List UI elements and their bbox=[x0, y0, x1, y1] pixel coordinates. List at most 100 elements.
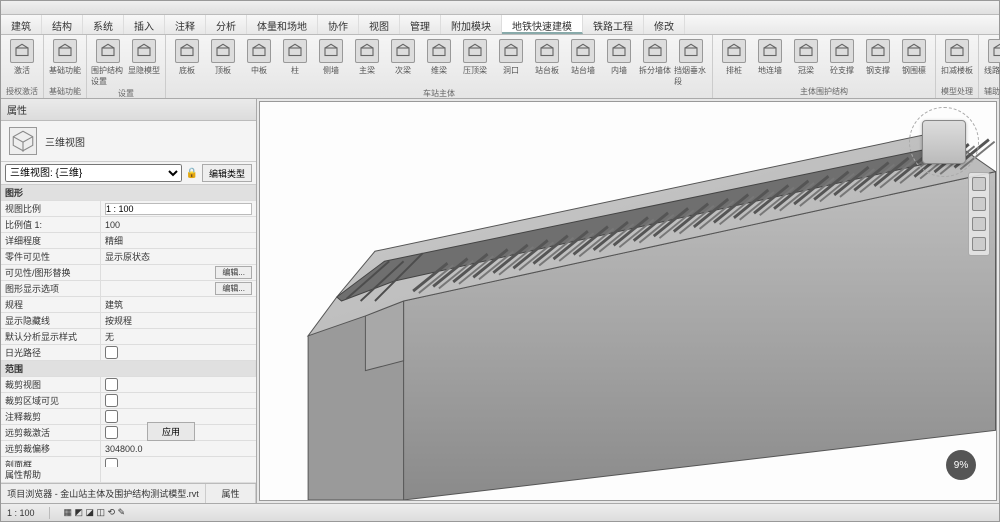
prop-input[interactable] bbox=[105, 203, 252, 215]
prop-row: 详细程度精细 bbox=[1, 233, 256, 249]
ribbon-group-label: 主体围护结构 bbox=[717, 85, 931, 98]
prop-row: 规程建筑 bbox=[1, 297, 256, 313]
ribbon-group-label: 辅助区间 bbox=[983, 85, 1000, 98]
status-bar: 1 : 100 ▦ ◩ ◪ ◫ ⟲ ✎ bbox=[1, 503, 999, 521]
menu-tab[interactable]: 附加模块 bbox=[441, 15, 502, 34]
menu-tab[interactable]: 管理 bbox=[400, 15, 441, 34]
ribbon-button[interactable]: 顶板 bbox=[206, 37, 240, 87]
building-icon bbox=[988, 39, 1000, 63]
ribbon-button[interactable]: 钢支撑 bbox=[861, 37, 895, 85]
prop-checkbox[interactable] bbox=[105, 394, 118, 407]
ribbon-button[interactable]: 压顶梁 bbox=[458, 37, 492, 87]
prop-row: 视图比例 bbox=[1, 201, 256, 217]
prop-checkbox[interactable] bbox=[105, 410, 118, 423]
prop-section[interactable]: 图形 bbox=[1, 185, 256, 201]
ribbon-button[interactable]: 地连墙 bbox=[753, 37, 787, 85]
instance-selector[interactable]: 三维视图: {三维} bbox=[5, 164, 182, 182]
menu-tab[interactable]: 地铁快速建模 bbox=[502, 15, 583, 34]
menu-tab[interactable]: 视图 bbox=[359, 15, 400, 34]
ribbon-button[interactable]: 激活 bbox=[5, 37, 39, 85]
ribbon: 激活授权激活基础功能基础功能围护结构设置显隐模型设置底板顶板中板柱侧墙主梁次梁维… bbox=[1, 35, 999, 99]
prop-row: 日光路径 bbox=[1, 345, 256, 361]
menu-tab[interactable]: 修改 bbox=[644, 15, 685, 34]
ribbon-button[interactable]: 洞口 bbox=[494, 37, 528, 87]
building-icon bbox=[722, 39, 746, 63]
tab-project-browser[interactable]: 项目浏览器 - 金山站主体及围护结构测试模型.rvt bbox=[1, 484, 206, 503]
zoom-badge: 9% bbox=[946, 450, 976, 480]
nav-home-icon[interactable] bbox=[972, 177, 986, 191]
property-grid: 图形视图比例比例值 1:100详细程度精细零件可见性显示原状态可见性/图形替换编… bbox=[1, 185, 256, 467]
prop-row: 注释裁剪 bbox=[1, 409, 256, 425]
prop-edit-button[interactable]: 编辑... bbox=[215, 282, 252, 295]
ribbon-button[interactable]: 线路输入 bbox=[983, 37, 1000, 85]
prop-edit-button[interactable]: 编辑... bbox=[215, 266, 252, 279]
menu-tab[interactable]: 铁路工程 bbox=[583, 15, 644, 34]
ribbon-button[interactable]: 维梁 bbox=[422, 37, 456, 87]
model-geometry bbox=[289, 102, 996, 500]
menu-tab[interactable]: 体量和场地 bbox=[247, 15, 318, 34]
ribbon-button[interactable]: 排桩 bbox=[717, 37, 751, 85]
ribbon-button[interactable]: 砼支撑 bbox=[825, 37, 859, 85]
ribbon-button[interactable]: 拆分墙体 bbox=[638, 37, 672, 87]
ribbon-button[interactable]: 显隐模型 bbox=[127, 37, 161, 87]
building-icon bbox=[355, 39, 379, 63]
building-icon bbox=[571, 39, 595, 63]
ribbon-button[interactable]: 次梁 bbox=[386, 37, 420, 87]
menu-tab[interactable]: 协作 bbox=[318, 15, 359, 34]
building-icon bbox=[283, 39, 307, 63]
type-selector-block: 三维视图 bbox=[1, 121, 256, 162]
menu-tab[interactable]: 插入 bbox=[124, 15, 165, 34]
ribbon-group-label: 模型处理 bbox=[940, 85, 974, 98]
menu-tab[interactable]: 建筑 bbox=[1, 15, 42, 34]
building-icon bbox=[866, 39, 890, 63]
building-icon bbox=[794, 39, 818, 63]
building-icon bbox=[679, 39, 703, 63]
nav-bar[interactable] bbox=[968, 172, 990, 256]
building-icon bbox=[463, 39, 487, 63]
building-icon bbox=[499, 39, 523, 63]
ribbon-button[interactable]: 柱 bbox=[278, 37, 312, 87]
building-icon bbox=[96, 39, 120, 63]
nav-zoom-icon[interactable] bbox=[972, 217, 986, 231]
ribbon-button[interactable]: 主梁 bbox=[350, 37, 384, 87]
status-icons[interactable]: ▦ ◩ ◪ ◫ ⟲ ✎ bbox=[64, 507, 126, 518]
prop-checkbox[interactable] bbox=[105, 426, 118, 439]
ribbon-button[interactable]: 围护结构设置 bbox=[91, 37, 125, 87]
building-icon bbox=[758, 39, 782, 63]
prop-row: 剖面框 bbox=[1, 457, 256, 467]
edit-type-button[interactable]: 编辑类型 bbox=[202, 164, 252, 182]
ribbon-button[interactable]: 钢围檩 bbox=[897, 37, 931, 85]
menu-tab[interactable]: 分析 bbox=[206, 15, 247, 34]
cube-icon bbox=[9, 127, 37, 155]
tab-properties[interactable]: 属性 bbox=[206, 484, 256, 503]
status-scale[interactable]: 1 : 100 bbox=[7, 508, 35, 518]
prop-checkbox[interactable] bbox=[105, 346, 118, 359]
ribbon-button[interactable]: 侧墙 bbox=[314, 37, 348, 87]
menu-tab[interactable]: 系统 bbox=[83, 15, 124, 34]
menu-tab[interactable]: 注释 bbox=[165, 15, 206, 34]
ribbon-button[interactable]: 挡烟垂水段 bbox=[674, 37, 708, 87]
ribbon-button[interactable]: 内墙 bbox=[602, 37, 636, 87]
prop-checkbox[interactable] bbox=[105, 378, 118, 391]
ribbon-button[interactable]: 扣减楼板 bbox=[940, 37, 974, 85]
ribbon-button[interactable]: 底板 bbox=[170, 37, 204, 87]
ribbon-button[interactable]: 中板 bbox=[242, 37, 276, 87]
prop-row: 图形显示选项编辑... bbox=[1, 281, 256, 297]
ribbon-button[interactable]: 站台墙 bbox=[566, 37, 600, 87]
nav-orbit-icon[interactable] bbox=[972, 237, 986, 251]
prop-section[interactable]: 范围 bbox=[1, 361, 256, 377]
ribbon-button[interactable]: 站台板 bbox=[530, 37, 564, 87]
prop-row: 远剪裁偏移304800.0 bbox=[1, 441, 256, 457]
prop-checkbox[interactable] bbox=[105, 458, 118, 467]
ribbon-button[interactable]: 基础功能 bbox=[48, 37, 82, 85]
help-row[interactable]: 属性帮助 bbox=[1, 467, 101, 482]
viewport-3d[interactable]: 9% bbox=[259, 101, 997, 501]
nav-pan-icon[interactable] bbox=[972, 197, 986, 211]
ribbon-button[interactable]: 冠梁 bbox=[789, 37, 823, 85]
type-name: 三维视图 bbox=[45, 134, 85, 149]
menu-tab[interactable]: 结构 bbox=[42, 15, 83, 34]
apply-button[interactable]: 应用 bbox=[147, 422, 195, 441]
building-icon bbox=[427, 39, 451, 63]
view-cube[interactable] bbox=[922, 120, 966, 164]
building-icon bbox=[607, 39, 631, 63]
